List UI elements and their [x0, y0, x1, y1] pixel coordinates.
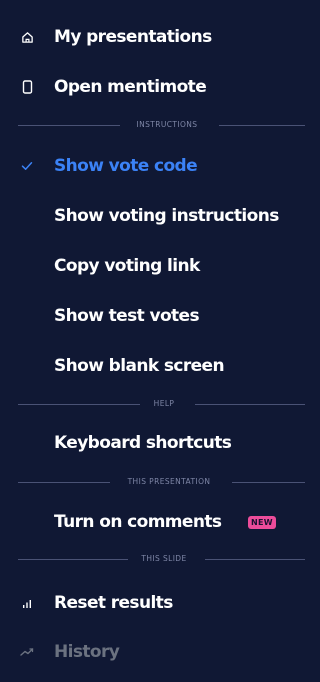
menu-item-label: History: [54, 642, 120, 662]
new-badge: NEW: [248, 515, 276, 529]
menu-item-reset-results[interactable]: Reset results: [0, 583, 305, 623]
divider-line: [18, 482, 110, 483]
menu-item-label: Show test votes: [54, 306, 200, 326]
divider-line: [195, 404, 305, 405]
menu-item-show-vote-code[interactable]: Show vote code: [0, 146, 305, 186]
section-title: THIS SLIDE: [141, 554, 187, 563]
bar-chart-icon: [18, 594, 36, 612]
divider-line: [18, 125, 120, 126]
section-header-instructions: INSTRUCTIONS: [0, 119, 305, 131]
home-icon: [18, 28, 36, 46]
divider-line: [205, 559, 305, 560]
menu-item-label: Show voting instructions: [54, 206, 279, 226]
menu-item-show-test-votes[interactable]: Show test votes: [0, 296, 305, 336]
phone-icon: [18, 78, 36, 96]
menu-item-history[interactable]: History: [0, 632, 305, 672]
menu-item-label: Turn on comments: [54, 512, 222, 532]
menu-item-show-voting-instructions[interactable]: Show voting instructions: [0, 196, 305, 236]
section-title: HELP: [153, 399, 175, 408]
presentation-menu: My presentations Open mentimote INSTRUCT…: [0, 0, 305, 682]
section-header-help: HELP: [0, 398, 305, 410]
menu-item-label: Reset results: [54, 593, 173, 613]
menu-item-label: Open mentimote: [54, 77, 207, 97]
section-header-this-presentation: THIS PRESENTATION: [0, 476, 305, 488]
menu-item-turn-on-comments[interactable]: Turn on comments NEW: [0, 502, 305, 542]
section-title: INSTRUCTIONS: [136, 120, 198, 129]
divider-line: [219, 125, 305, 126]
checkmark-icon: [18, 157, 36, 175]
divider-line: [18, 559, 128, 560]
menu-item-label: Show vote code: [54, 156, 198, 176]
menu-item-my-presentations[interactable]: My presentations: [0, 17, 305, 57]
menu-item-open-mentimote[interactable]: Open mentimote: [0, 67, 305, 107]
menu-item-show-blank-screen[interactable]: Show blank screen: [0, 346, 305, 386]
divider-line: [232, 482, 305, 483]
menu-item-label: Keyboard shortcuts: [54, 433, 232, 453]
menu-item-label: Show blank screen: [54, 356, 225, 376]
divider-line: [18, 404, 140, 405]
menu-item-label: My presentations: [54, 27, 212, 47]
section-title: THIS PRESENTATION: [127, 477, 211, 486]
section-header-this-slide: THIS SLIDE: [0, 553, 305, 565]
menu-item-keyboard-shortcuts[interactable]: Keyboard shortcuts: [0, 423, 305, 463]
trend-line-icon: [18, 643, 36, 661]
menu-item-label: Copy voting link: [54, 256, 200, 276]
menu-item-copy-voting-link[interactable]: Copy voting link: [0, 246, 305, 286]
